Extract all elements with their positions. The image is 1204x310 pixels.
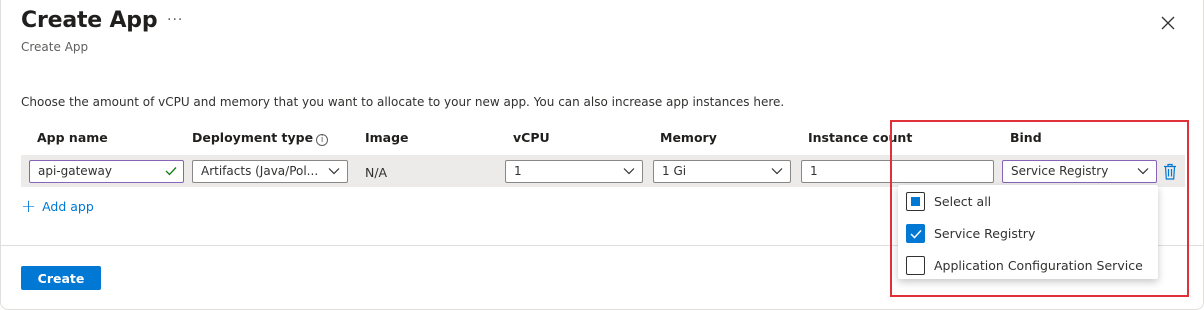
column-header-image: Image: [365, 130, 409, 145]
image-value: N/A: [365, 165, 388, 180]
app-name-value: api-gateway: [38, 164, 112, 178]
column-header-vcpu: vCPU: [513, 130, 550, 145]
plus-icon: +: [21, 195, 37, 217]
vcpu-value: 1: [514, 164, 522, 178]
checkmark-icon: [165, 167, 177, 176]
page-title: Create App: [21, 8, 158, 33]
page-subtitle: Create App: [21, 40, 89, 54]
vcpu-select[interactable]: 1: [505, 160, 643, 183]
column-header-deployment-type-label: Deployment type: [192, 130, 314, 145]
deployment-type-value: Artifacts (Java/Pol...: [201, 164, 319, 178]
memory-select[interactable]: 1 Gi: [653, 160, 791, 183]
chevron-down-icon: [328, 168, 340, 175]
add-app-button[interactable]: + Add app: [21, 195, 94, 217]
instance-count-value: 1: [810, 164, 818, 178]
memory-value: 1 Gi: [662, 164, 687, 178]
deployment-type-select[interactable]: Artifacts (Java/Pol...: [192, 160, 348, 183]
create-button[interactable]: Create: [21, 266, 101, 290]
column-header-memory: Memory: [660, 130, 717, 145]
column-header-app-name: App name: [37, 130, 108, 145]
create-app-panel: Create App ··· Create App Choose the amo…: [0, 0, 1204, 310]
chevron-down-icon: [771, 168, 783, 175]
intro-text: Choose the amount of vCPU and memory tha…: [21, 95, 785, 109]
column-header-deployment-type: Deployment type i: [192, 130, 329, 146]
add-app-label: Add app: [42, 199, 94, 214]
info-icon[interactable]: i: [316, 134, 329, 146]
chevron-down-icon: [623, 168, 635, 175]
close-icon[interactable]: [1159, 14, 1177, 32]
app-name-input[interactable]: api-gateway: [29, 160, 184, 183]
more-options-button[interactable]: ···: [167, 12, 183, 28]
highlight-box: [890, 120, 1189, 297]
